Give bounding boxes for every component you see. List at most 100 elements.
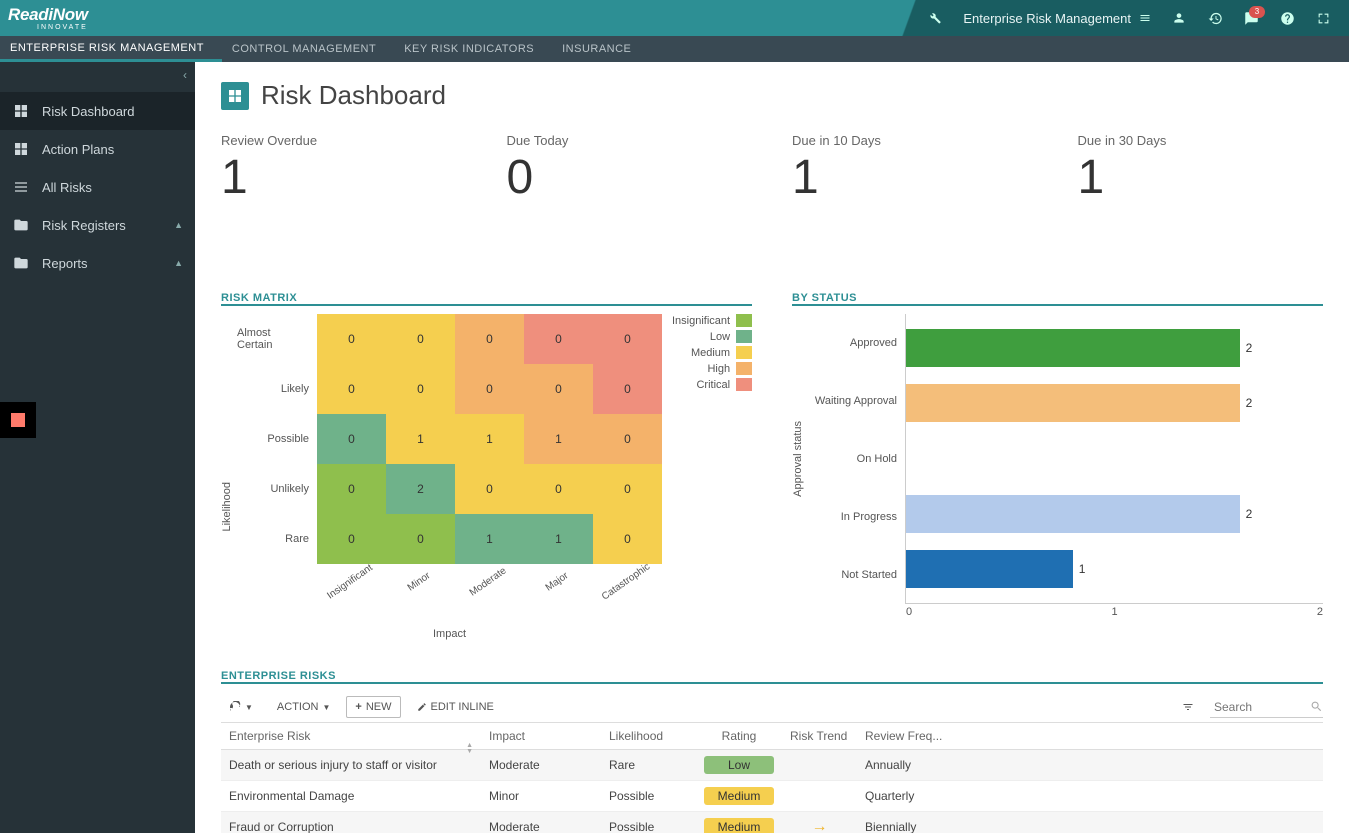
matrix-cell[interactable]: 1: [455, 414, 524, 464]
sidebar-collapse-button[interactable]: ‹: [175, 62, 195, 88]
dashboard-icon: [221, 82, 249, 110]
matrix-cell[interactable]: 1: [455, 514, 524, 564]
cell-impact: Moderate: [481, 812, 601, 833]
filter-icon[interactable]: [1174, 697, 1202, 717]
stat-label: Due in 10 Days: [792, 133, 1038, 148]
secnav-item-3[interactable]: INSURANCE: [552, 36, 649, 62]
cell-freq: Biennially: [857, 812, 1323, 833]
cell-freq: Quarterly: [857, 781, 1323, 812]
table-row[interactable]: Death or serious injury to staff or visi…: [221, 750, 1323, 781]
matrix-row-label: Almost Certain: [237, 314, 317, 364]
stat-label: Due in 30 Days: [1078, 133, 1324, 148]
sidebar-item-label: All Risks: [42, 180, 92, 195]
sidebar-item-reports[interactable]: Reports▲: [0, 244, 195, 282]
cell-rating: Medium: [696, 812, 782, 833]
fullscreen-icon[interactable]: [1315, 10, 1331, 26]
column-header[interactable]: Review Freq...: [857, 723, 1323, 750]
table-row[interactable]: Fraud or Corruption Moderate Possible Me…: [221, 812, 1323, 833]
matrix-cell[interactable]: 2: [386, 464, 455, 514]
matrix-cell[interactable]: 0: [593, 314, 662, 364]
matrix-cell[interactable]: 0: [386, 314, 455, 364]
matrix-legend: InsignificantLowMediumHighCritical: [672, 314, 752, 394]
status-bar[interactable]: [906, 495, 1240, 533]
cell-impact: Moderate: [481, 750, 601, 781]
matrix-cell[interactable]: 0: [593, 364, 662, 414]
secondary-nav: ENTERPRISE RISK MANAGEMENTCONTROL MANAGE…: [0, 36, 1349, 62]
by-status-panel: BY STATUS Approval status ApprovedWaitin…: [792, 292, 1323, 640]
matrix-cell[interactable]: 0: [317, 514, 386, 564]
cell-rating: Medium: [696, 781, 782, 812]
matrix-cell[interactable]: 0: [455, 364, 524, 414]
status-category-label: On Hold: [810, 453, 897, 465]
status-bar[interactable]: [906, 384, 1240, 422]
column-header[interactable]: Impact: [481, 723, 601, 750]
sidebar-item-action-plans[interactable]: Action Plans: [0, 130, 195, 168]
matrix-cell[interactable]: 0: [524, 364, 593, 414]
column-header[interactable]: Likelihood: [601, 723, 696, 750]
status-bar-value: 2: [1246, 507, 1253, 521]
new-button[interactable]: +NEW: [346, 696, 400, 718]
action-button[interactable]: ACTION ▼: [269, 697, 338, 717]
column-header[interactable]: Rating: [696, 723, 782, 750]
topbar: ReadiNow INNOVATE Enterprise Risk Manage…: [0, 0, 1349, 36]
sidebar-item-risk-dashboard[interactable]: Risk Dashboard: [0, 92, 195, 130]
edit-inline-button[interactable]: EDIT INLINE: [409, 697, 502, 717]
sidebar-item-all-risks[interactable]: All Risks: [0, 168, 195, 206]
column-header[interactable]: Enterprise Risk▲▼: [221, 723, 481, 750]
cell-impact: Minor: [481, 781, 601, 812]
risk-matrix-panel: RISK MATRIX Likelihood Almost Certain000…: [221, 292, 752, 640]
risk-matrix-title: RISK MATRIX: [221, 292, 752, 306]
chat-icon[interactable]: [1243, 10, 1259, 26]
status-bar[interactable]: [906, 550, 1073, 588]
cell-risk: Fraud or Corruption: [221, 812, 481, 833]
matrix-row-label: Possible: [237, 414, 317, 464]
matrix-cell[interactable]: 0: [593, 414, 662, 464]
matrix-cell[interactable]: 1: [386, 414, 455, 464]
matrix-cell[interactable]: 0: [317, 314, 386, 364]
matrix-cell[interactable]: 0: [317, 414, 386, 464]
matrix-cell[interactable]: 0: [593, 514, 662, 564]
matrix-cell[interactable]: 0: [455, 314, 524, 364]
sidebar-item-label: Risk Registers: [42, 218, 126, 233]
cell-risk: Environmental Damage: [221, 781, 481, 812]
status-ylabel: Approval status: [792, 421, 810, 497]
stat-value: 1: [792, 154, 1038, 202]
sidebar-accent: [0, 402, 36, 438]
status-bar-row: 2: [906, 329, 1323, 367]
matrix-cell[interactable]: 0: [386, 364, 455, 414]
matrix-cell[interactable]: 0: [317, 364, 386, 414]
matrix-cell[interactable]: 0: [524, 314, 593, 364]
matrix-cell[interactable]: 1: [524, 514, 593, 564]
secnav-item-1[interactable]: CONTROL MANAGEMENT: [222, 36, 394, 62]
legend-item: High: [672, 362, 752, 375]
matrix-row-label: Likely: [237, 364, 317, 414]
help-icon[interactable]: [1279, 10, 1295, 26]
history-icon[interactable]: [1207, 10, 1223, 26]
table-row[interactable]: Environmental Damage Minor Possible Medi…: [221, 781, 1323, 812]
axis-tick: 1: [1111, 606, 1117, 618]
sidebar-item-risk-registers[interactable]: Risk Registers▲: [0, 206, 195, 244]
sidebar-item-label: Risk Dashboard: [42, 104, 135, 119]
matrix-cell[interactable]: 0: [593, 464, 662, 514]
table-toolbar: ▼ ACTION ▼ +NEW EDIT INLINE: [221, 692, 1323, 723]
user-icon[interactable]: [1171, 10, 1187, 26]
status-category-label: Waiting Approval: [810, 395, 897, 407]
status-bar[interactable]: [906, 329, 1240, 367]
build-icon[interactable]: [927, 10, 943, 26]
status-category-label: Not Started: [810, 569, 897, 581]
matrix-cell[interactable]: 0: [317, 464, 386, 514]
secnav-item-2[interactable]: KEY RISK INDICATORS: [394, 36, 552, 62]
search-input[interactable]: [1210, 697, 1310, 717]
status-bar-row: 2: [906, 384, 1323, 422]
app-title[interactable]: Enterprise Risk Management: [963, 11, 1151, 26]
status-bar-value: 1: [1079, 562, 1086, 576]
search-icon[interactable]: [1310, 700, 1323, 713]
secnav-item-0[interactable]: ENTERPRISE RISK MANAGEMENT: [0, 36, 222, 62]
matrix-cell[interactable]: 0: [524, 464, 593, 514]
matrix-cell[interactable]: 0: [455, 464, 524, 514]
matrix-cell[interactable]: 0: [386, 514, 455, 564]
matrix-cell[interactable]: 1: [524, 414, 593, 464]
refresh-button[interactable]: ▼: [221, 697, 261, 717]
cell-risk: Death or serious injury to staff or visi…: [221, 750, 481, 781]
column-header[interactable]: Risk Trend: [782, 723, 857, 750]
